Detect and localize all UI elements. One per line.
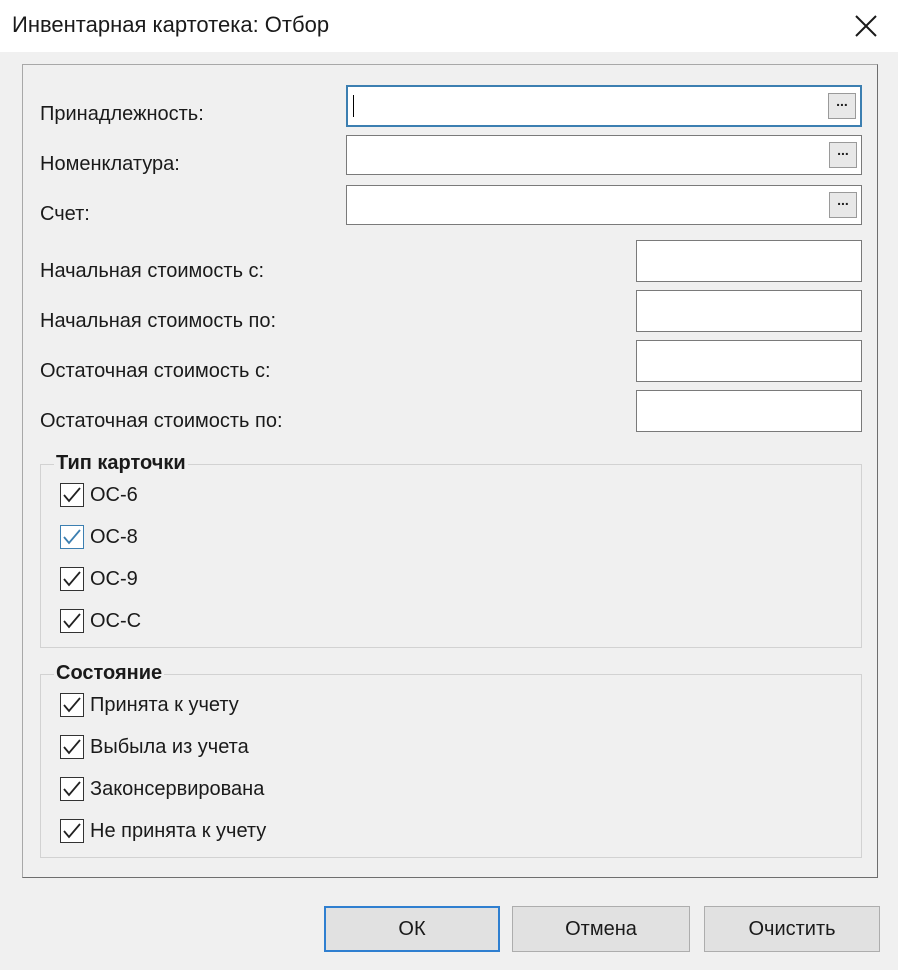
checkbox-label: ОС-9 [90, 567, 138, 590]
checkbox-label: Выбыла из учета [90, 735, 249, 758]
cancel-button[interactable]: Отмена [512, 906, 690, 952]
checkmark-icon [63, 823, 81, 839]
nomenclature-label: Номенклатура: [40, 153, 180, 175]
initial-cost-from-input[interactable] [636, 240, 862, 282]
checkbox[interactable] [60, 525, 84, 549]
window-title: Инвентарная картотека: Отбор [12, 12, 330, 37]
checkbox-label: ОС-С [90, 609, 142, 632]
nomenclature-select-button[interactable]: ... [829, 142, 857, 168]
state-not-accepted[interactable]: Не принята к учету [60, 818, 266, 844]
close-icon [855, 15, 877, 37]
initial-cost-to-label: Начальная стоимость по: [40, 310, 277, 332]
account-select-button[interactable]: ... [829, 192, 857, 218]
initial-cost-to-input[interactable] [636, 290, 862, 332]
checkbox[interactable] [60, 483, 84, 507]
residual-cost-to-input[interactable] [636, 390, 862, 432]
card-type-os9[interactable]: ОС-9 [60, 566, 138, 592]
nomenclature-field[interactable]: ... [346, 135, 862, 175]
affiliation-label: Принадлежность: [40, 103, 204, 125]
close-button[interactable] [834, 0, 898, 52]
affiliation-select-button[interactable]: ... [828, 93, 856, 119]
checkbox-label: ОС-6 [90, 483, 138, 506]
card-type-os8[interactable]: ОС-8 [60, 524, 138, 550]
checkmark-icon [63, 529, 81, 545]
checkbox-label: Законсервирована [90, 777, 265, 800]
account-label: Счет: [40, 203, 90, 225]
checkbox[interactable] [60, 735, 84, 759]
title-bar: Инвентарная картотека: Отбор [0, 0, 898, 52]
checkbox[interactable] [60, 819, 84, 843]
card-type-title: Тип карточки [54, 452, 188, 475]
checkbox[interactable] [60, 693, 84, 717]
checkmark-icon [63, 487, 81, 503]
ok-button[interactable]: ОК [324, 906, 500, 952]
checkmark-icon [63, 571, 81, 587]
state-accepted[interactable]: Принята к учету [60, 692, 239, 718]
affiliation-field[interactable]: ... [346, 85, 862, 127]
checkbox-label: Не принята к учету [90, 819, 267, 842]
residual-cost-to-label: Остаточная стоимость по: [40, 410, 283, 432]
card-type-osc[interactable]: ОС-С [60, 608, 141, 634]
state-retired[interactable]: Выбыла из учета [60, 734, 249, 760]
checkbox[interactable] [60, 567, 84, 591]
checkmark-icon [63, 781, 81, 797]
account-field[interactable]: ... [346, 185, 862, 225]
state-title: Состояние [54, 662, 165, 685]
state-conserved[interactable]: Законсервирована [60, 776, 264, 802]
initial-cost-from-label: Начальная стоимость с: [40, 260, 265, 282]
text-caret [353, 95, 354, 117]
checkbox-label: Принята к учету [90, 693, 239, 716]
checkbox[interactable] [60, 609, 84, 633]
checkmark-icon [63, 613, 81, 629]
checkmark-icon [63, 739, 81, 755]
card-type-os6[interactable]: ОС-6 [60, 482, 138, 508]
residual-cost-from-label: Остаточная стоимость с: [40, 360, 271, 382]
clear-button[interactable]: Очистить [704, 906, 880, 952]
checkbox-label: ОС-8 [90, 525, 138, 548]
checkbox[interactable] [60, 777, 84, 801]
card-type-group [40, 464, 862, 648]
residual-cost-from-input[interactable] [636, 340, 862, 382]
checkmark-icon [63, 697, 81, 713]
